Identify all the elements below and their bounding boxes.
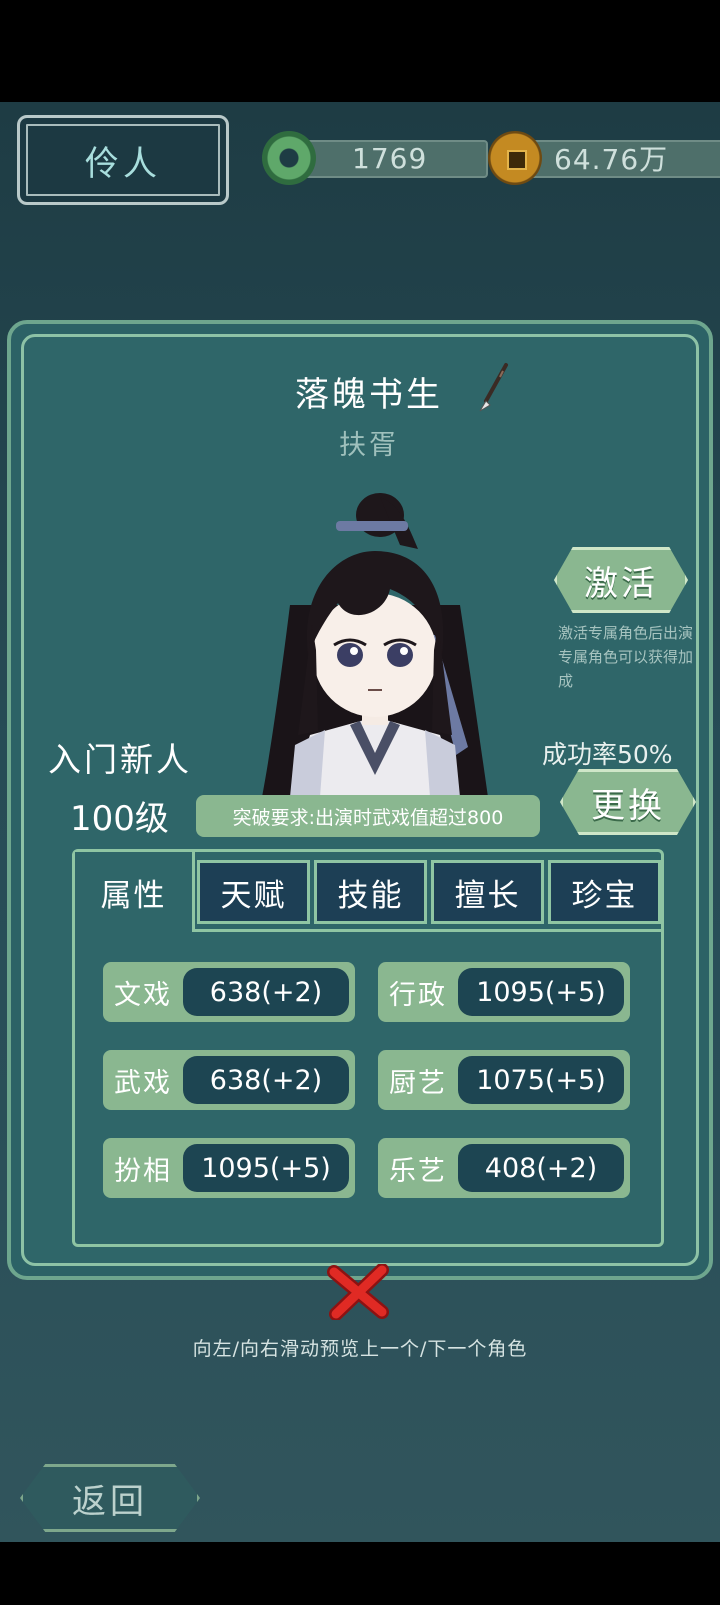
stat-value: 638(+2) <box>183 1056 349 1104</box>
status-bar <box>0 0 720 102</box>
tab-treasure-label: 珍宝 <box>571 877 638 914</box>
activate-button[interactable]: 激活 <box>554 547 688 613</box>
back-label: 返回 <box>72 1481 148 1522</box>
close-icon[interactable] <box>326 1264 390 1320</box>
page-title: 伶人 <box>85 143 161 184</box>
tabs-container: 属性 天赋 技能 擅长 珍宝 文戏 638(+2) 行政 1095(+5) 武戏… <box>72 849 664 1247</box>
breakthrough-requirement: 突破要求:出演时武戏值超过800 <box>196 795 540 837</box>
stat-wenxi: 文戏 638(+2) <box>103 962 355 1022</box>
tab-specialty[interactable]: 擅长 <box>431 860 544 924</box>
stat-value: 408(+2) <box>458 1144 624 1192</box>
stat-value: 1095(+5) <box>183 1144 349 1192</box>
jade-resource: 1769 <box>262 131 500 185</box>
character-panel: 落魄书生 扶胥 激活 激活专属角色后出演专属角色可以获得加成 入门新人 成功率5… <box>7 320 713 1280</box>
tab-specialty-label: 擅长 <box>454 877 521 914</box>
character-level: 100级 <box>70 799 169 839</box>
stat-xingzheng: 行政 1095(+5) <box>378 962 630 1022</box>
character-portrait[interactable] <box>250 485 500 797</box>
tab-talent[interactable]: 天赋 <box>197 860 310 924</box>
navigation-bar <box>0 1542 720 1605</box>
character-name: 落魄书生 <box>295 375 443 415</box>
activate-label: 激活 <box>584 563 658 604</box>
stat-label: 乐艺 <box>389 1155 447 1187</box>
brush-icon <box>479 363 508 412</box>
tab-attributes[interactable]: 属性 <box>75 852 195 932</box>
character-rank: 入门新人 <box>48 740 192 779</box>
coin-amount: 64.76万 <box>554 143 669 176</box>
character-subtitle: 扶胥 <box>339 430 399 461</box>
change-button[interactable]: 更换 <box>560 769 696 835</box>
stat-label: 文戏 <box>114 979 172 1011</box>
stat-chuyi: 厨艺 1075(+5) <box>378 1050 630 1110</box>
activate-note: 激活专属角色后出演专属角色可以获得加成 <box>558 624 694 690</box>
success-rate: 成功率50% <box>542 740 673 769</box>
back-button[interactable]: 返回 <box>20 1464 200 1532</box>
stat-value: 1095(+5) <box>458 968 624 1016</box>
tab-attributes-label: 属性 <box>100 877 167 914</box>
tab-skills-label: 技能 <box>337 877 404 914</box>
coin-icon <box>488 131 542 185</box>
stat-label: 行政 <box>389 979 447 1011</box>
page-title-plate: 伶人 <box>17 115 229 205</box>
jade-icon <box>262 131 316 185</box>
character-panel-inner: 落魄书生 扶胥 激活 激活专属角色后出演专属角色可以获得加成 入门新人 成功率5… <box>21 334 699 1266</box>
stat-value: 1075(+5) <box>458 1056 624 1104</box>
tab-talent-label: 天赋 <box>220 877 287 914</box>
stat-label: 扮相 <box>114 1155 172 1187</box>
coin-resource: 64.76万 <box>488 131 720 185</box>
swipe-hint: 向左/向右滑动预览上一个/下一个角色 <box>192 1338 528 1360</box>
jade-amount: 1769 <box>352 141 428 175</box>
stat-value: 638(+2) <box>183 968 349 1016</box>
game-screen: 伶人 1769 64.76万 落魄书生 扶胥 激活 激活专属角色后出演专属角色可… <box>0 102 720 1542</box>
stat-wuxi: 武戏 638(+2) <box>103 1050 355 1110</box>
tab-skills[interactable]: 技能 <box>314 860 427 924</box>
change-label: 更换 <box>591 785 665 826</box>
stat-label: 武戏 <box>114 1067 172 1099</box>
stat-banxiang: 扮相 1095(+5) <box>103 1138 355 1198</box>
stat-label: 厨艺 <box>389 1067 447 1099</box>
tab-divider <box>195 929 661 932</box>
tab-treasure[interactable]: 珍宝 <box>548 860 661 924</box>
stat-yueyi: 乐艺 408(+2) <box>378 1138 630 1198</box>
